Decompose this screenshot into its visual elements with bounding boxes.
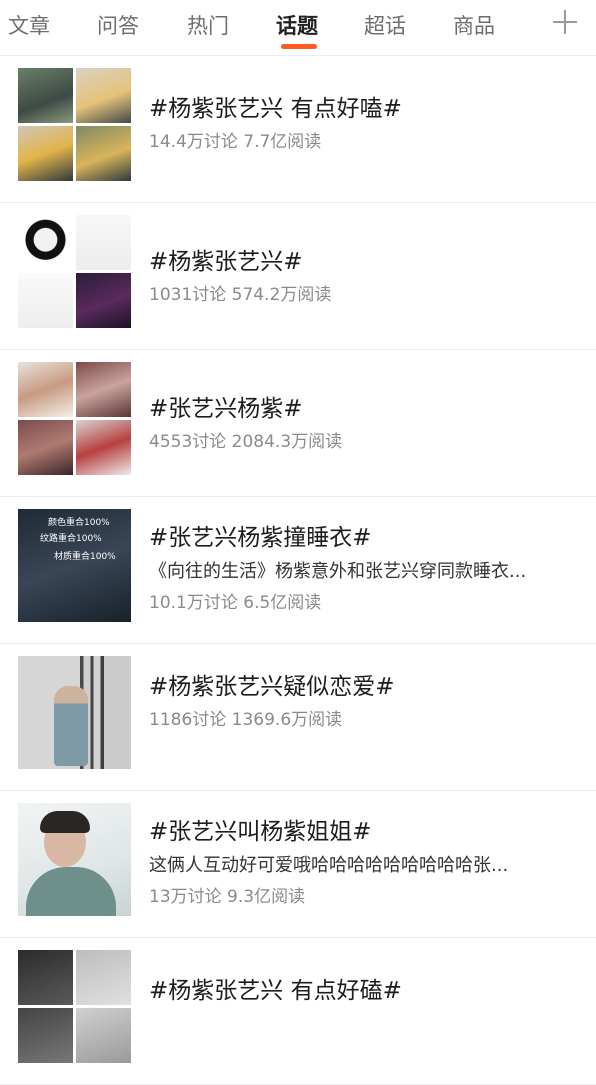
- tab-topics[interactable]: 话题: [276, 10, 318, 40]
- tab-qa[interactable]: 问答: [97, 10, 139, 40]
- thumbnail-caption: 颜色重合100%: [48, 518, 110, 528]
- topic-title[interactable]: #张艺兴杨紫撞睡衣#: [149, 523, 578, 553]
- topic-thumbnail: [18, 656, 131, 769]
- topic-description: 《向往的生活》杨紫意外和张艺兴穿同款睡衣...: [149, 561, 527, 582]
- active-tab-indicator: [281, 44, 317, 49]
- topic-title[interactable]: #张艺兴杨紫#: [149, 394, 578, 424]
- thumbnail-caption: 材质重合100%: [54, 552, 116, 562]
- topic-list: #杨紫张艺兴 有点好嗑# 14.4万讨论 7.7亿阅读 #杨紫张艺兴# 1031…: [0, 56, 596, 1085]
- topic-title[interactable]: #杨紫张艺兴 有点好磕#: [149, 976, 578, 1006]
- tab-products[interactable]: 商品: [453, 10, 495, 40]
- topic-thumbnail: [18, 215, 131, 328]
- topic-title[interactable]: #杨紫张艺兴#: [149, 247, 578, 277]
- tab-super-topics[interactable]: 超话: [364, 10, 406, 40]
- topic-stats: 1186讨论 1369.6万阅读: [149, 710, 343, 730]
- topic-stats: 13万讨论 9.3亿阅读: [149, 887, 306, 907]
- topic-stats: 14.4万讨论 7.7亿阅读: [149, 132, 322, 152]
- topic-row[interactable]: #张艺兴叫杨紫姐姐# 这俩人互动好可爱哦哈哈哈哈哈哈哈哈哈张... 13万讨论 …: [0, 791, 596, 938]
- plus-icon[interactable]: [553, 10, 577, 34]
- topic-row[interactable]: #张艺兴杨紫# 4553讨论 2084.3万阅读: [0, 350, 596, 497]
- topic-stats: 1031讨论 574.2万阅读: [149, 285, 332, 305]
- topic-thumbnail: [18, 950, 131, 1063]
- topic-title[interactable]: #张艺兴叫杨紫姐姐#: [149, 817, 578, 847]
- topic-row[interactable]: #杨紫张艺兴疑似恋爱# 1186讨论 1369.6万阅读: [0, 644, 596, 791]
- topic-row[interactable]: #杨紫张艺兴 有点好磕#: [0, 938, 596, 1085]
- top-tab-bar: 文章 问答 热门 话题 超话 商品: [0, 0, 596, 56]
- topic-row[interactable]: 颜色重合100% 纹路重合100% 材质重合100% #张艺兴杨紫撞睡衣# 《向…: [0, 497, 596, 644]
- topic-thumbnail: [18, 362, 131, 475]
- topic-thumbnail: [18, 803, 131, 916]
- topic-title[interactable]: #杨紫张艺兴 有点好嗑#: [149, 94, 578, 124]
- topic-stats: 10.1万讨论 6.5亿阅读: [149, 593, 322, 613]
- tab-hot[interactable]: 热门: [187, 10, 229, 40]
- tab-articles[interactable]: 文章: [8, 10, 50, 40]
- topic-description: 这俩人互动好可爱哦哈哈哈哈哈哈哈哈哈张...: [149, 855, 509, 876]
- topic-row[interactable]: #杨紫张艺兴# 1031讨论 574.2万阅读: [0, 203, 596, 350]
- topic-row[interactable]: #杨紫张艺兴 有点好嗑# 14.4万讨论 7.7亿阅读: [0, 56, 596, 203]
- topic-thumbnail: 颜色重合100% 纹路重合100% 材质重合100%: [18, 509, 131, 622]
- topic-stats: 4553讨论 2084.3万阅读: [149, 432, 343, 452]
- thumbnail-caption: 纹路重合100%: [40, 534, 102, 544]
- topic-thumbnail: [18, 68, 131, 181]
- topic-title[interactable]: #杨紫张艺兴疑似恋爱#: [149, 672, 578, 702]
